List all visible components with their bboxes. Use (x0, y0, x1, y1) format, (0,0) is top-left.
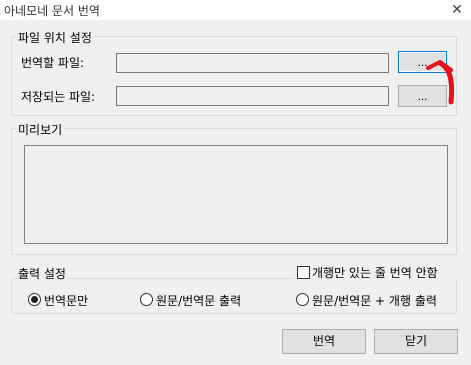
output-settings-legend: 출력 설정 (16, 265, 68, 282)
title-bar: 아네모네 문서 번역 ✕ (0, 0, 471, 20)
window-title: 아네모네 문서 번역 (4, 4, 100, 18)
no-linebreak-label: 개행만 있는 줄 번역 안함 (312, 266, 438, 280)
close-icon[interactable]: ✕ (448, 0, 466, 20)
radio-original-translation-label: 원문/번역문 출력 (156, 294, 242, 308)
radio-translation-only[interactable] (28, 293, 41, 306)
preview-area[interactable] (24, 145, 448, 244)
radio-translation-only-label: 번역문만 (44, 294, 89, 308)
file-location-legend: 파일 위치 설정 (16, 29, 94, 46)
close-button[interactable]: 닫기 (374, 329, 458, 354)
no-linebreak-checkbox[interactable] (297, 266, 310, 279)
radio-original-translation[interactable] (140, 293, 153, 306)
red-arrow-annotation (426, 60, 455, 105)
radio-original-translation-linebreak-label: 원문/번역문 + 개행 출력 (312, 294, 437, 308)
radio-original-translation-linebreak[interactable] (296, 293, 309, 306)
preview-legend: 미리보기 (16, 121, 65, 138)
dest-file-label: 저장되는 파일: (21, 90, 96, 104)
dest-file-field[interactable] (116, 86, 389, 106)
no-linebreak-option[interactable]: 개행만 있는 줄 번역 안함 (294, 264, 456, 280)
source-file-label: 번역할 파일: (21, 56, 85, 70)
source-file-field[interactable] (116, 53, 389, 73)
translate-button[interactable]: 번역 (282, 329, 366, 354)
